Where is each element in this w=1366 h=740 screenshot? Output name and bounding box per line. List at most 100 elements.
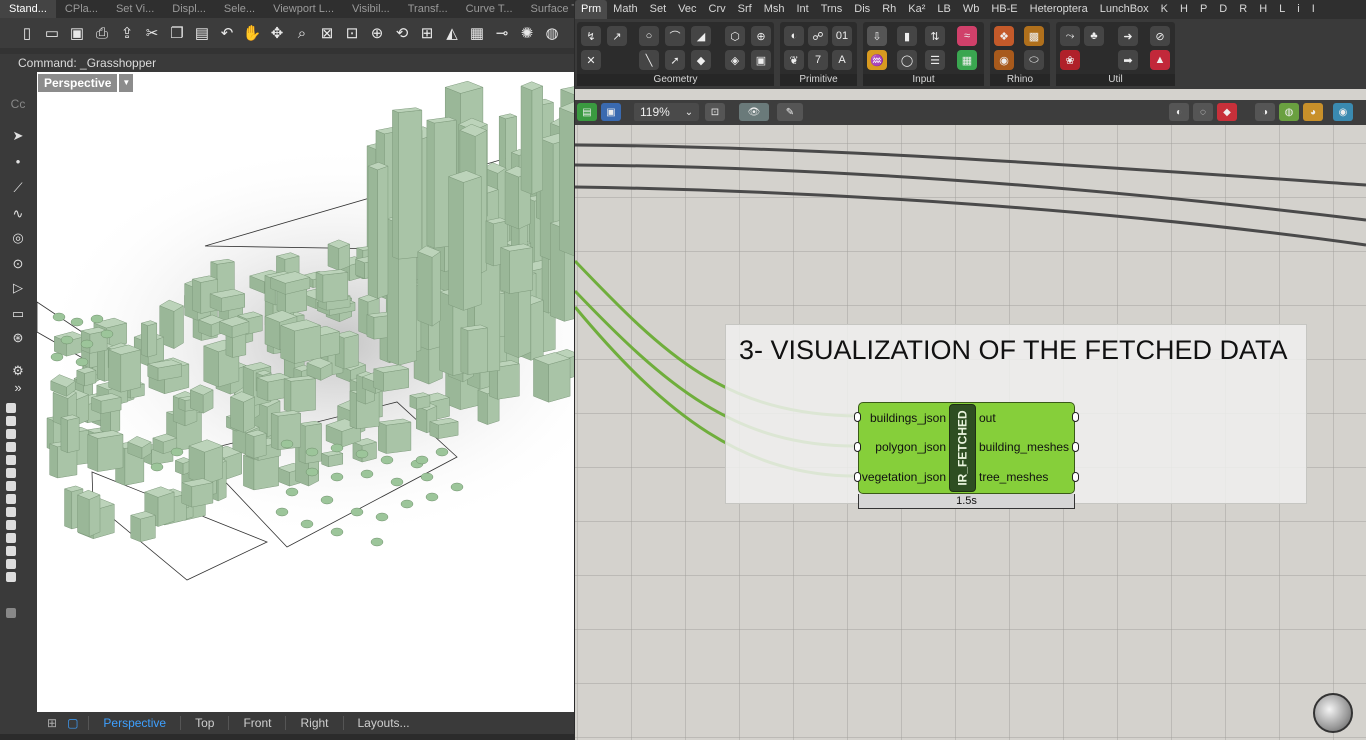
grid-layout-icon[interactable]: ⊞	[37, 716, 67, 730]
save-icon[interactable]: ▣	[601, 103, 621, 121]
grasshopper-tab[interactable]: Ka²	[902, 0, 931, 19]
input-buildings-json[interactable]: buildings_json	[858, 411, 946, 425]
layer-icon[interactable]: ❖	[994, 26, 1014, 46]
viewport-tab-front[interactable]: Front	[228, 716, 285, 730]
rhino-toolbar-tab[interactable]: Sele...	[215, 0, 264, 18]
object-icon[interactable]: ⬭	[1024, 50, 1044, 70]
grasshopper-tab[interactable]: K	[1155, 0, 1174, 19]
grasshopper-tab[interactable]: Crv	[703, 0, 732, 19]
paste-icon[interactable]: ▤	[191, 22, 213, 44]
command-line[interactable]: Command: _Grasshopper	[0, 54, 574, 72]
import-icon[interactable]: ⇪	[116, 22, 138, 44]
grasshopper-tab[interactable]: Prm	[575, 0, 608, 19]
slider-icon[interactable]: ⇅	[925, 26, 945, 46]
layer-checkbox[interactable]	[6, 608, 16, 618]
toggle-icon[interactable]: ▮	[897, 26, 917, 46]
chevron-down-icon[interactable]: ⌄	[679, 103, 699, 121]
cone-icon[interactable]: ▲	[1150, 50, 1170, 70]
grasshopper-tab[interactable]: HB-E	[985, 0, 1023, 19]
rhino-toolbar-tab[interactable]: Displ...	[163, 0, 215, 18]
input-grip[interactable]	[854, 412, 861, 422]
print-icon[interactable]: ⎙	[91, 22, 113, 44]
preview-shaded-icon[interactable]: ◆	[1217, 103, 1237, 121]
layer-checkbox[interactable]	[6, 559, 16, 569]
material-icon[interactable]: ◉	[994, 50, 1014, 70]
output-grip[interactable]	[1072, 472, 1079, 482]
expand-icon[interactable]: »	[8, 378, 28, 398]
preview-color-icon[interactable]: ◕	[1303, 103, 1323, 121]
box-param-icon[interactable]: ⬡	[725, 26, 745, 46]
grasshopper-tab[interactable]: i	[1291, 0, 1305, 19]
rotate-icon[interactable]: ⟲	[391, 22, 413, 44]
car-icon[interactable]: ◭	[441, 22, 463, 44]
layer-checkbox[interactable]	[6, 416, 16, 426]
solver-icon[interactable]: ◑	[1255, 103, 1275, 121]
layer-checkbox[interactable]	[6, 481, 16, 491]
curve-param-icon[interactable]: ⌒	[665, 26, 685, 46]
single-viewport-icon[interactable]: ▢	[67, 716, 88, 730]
transform-icon[interactable]: ⊛	[8, 328, 28, 348]
cherry-icon[interactable]: ❀	[1060, 50, 1080, 70]
undo-icon[interactable]: ↶	[216, 22, 238, 44]
rhino-toolbar-tab[interactable]: Surface T...	[522, 0, 574, 18]
layer-checkbox[interactable]	[6, 533, 16, 543]
integer-icon[interactable]: 01	[832, 26, 852, 46]
surface-param-icon[interactable]: ◢	[691, 26, 711, 46]
output-tree-meshes[interactable]: tree_meshes	[979, 470, 1073, 484]
layer-checkbox[interactable]	[6, 507, 16, 517]
grid-icon[interactable]: ▦	[466, 22, 488, 44]
polyline-icon[interactable]: ⟋	[8, 178, 28, 198]
boolean-icon[interactable]: ◐	[784, 26, 804, 46]
zoom-window-icon[interactable]: ⊠	[316, 22, 338, 44]
preview-wire-icon[interactable]: ◌	[1193, 103, 1213, 121]
gradient-icon[interactable]: ≈	[957, 26, 977, 46]
move-icon[interactable]: ✥	[266, 22, 288, 44]
output-grip[interactable]	[1072, 442, 1079, 452]
surface-icon[interactable]: ▷	[8, 278, 28, 298]
output-building-meshes[interactable]: building_meshes	[979, 440, 1073, 454]
copy-icon[interactable]: ❐	[166, 22, 188, 44]
arrow-right-icon[interactable]: ➜	[1118, 26, 1138, 46]
input-vegetation-json[interactable]: vegetation_json	[858, 470, 946, 484]
sketch-pen-icon[interactable]: ✎	[777, 103, 803, 121]
viewport-tab-top[interactable]: Top	[180, 716, 228, 730]
snap-icon[interactable]: ⊸	[491, 22, 513, 44]
zoom-icon[interactable]: ⌕	[291, 22, 313, 44]
graph-mapper-icon[interactable]: ♒	[867, 50, 887, 70]
input-grip[interactable]	[854, 442, 861, 452]
save-icon[interactable]: ▣	[66, 22, 88, 44]
remove-icon[interactable]: ✕	[581, 50, 601, 70]
grasshopper-tab[interactable]: Rh	[876, 0, 902, 19]
rectangle-icon[interactable]: ▭	[8, 304, 28, 324]
viewport-tab-perspective[interactable]: Perspective	[88, 716, 180, 730]
input-polygon-json[interactable]: polygon_json	[858, 440, 946, 454]
grasshopper-tab[interactable]: Math	[607, 0, 643, 19]
value-list-icon[interactable]: ☰	[925, 50, 945, 70]
mesh-param-icon[interactable]: ◆	[691, 50, 711, 70]
grasshopper-tab[interactable]: L	[1273, 0, 1291, 19]
rhino-toolbar-tab[interactable]: CPla...	[56, 0, 107, 18]
layer-checkbox[interactable]	[6, 468, 16, 478]
select-arrow-icon[interactable]: ➤	[8, 126, 28, 146]
grasshopper-tab[interactable]: Dis	[848, 0, 876, 19]
tree-icon[interactable]: ♣	[1084, 26, 1104, 46]
preview-mesh-icon[interactable]: ◍	[1279, 103, 1299, 121]
preview-eye-icon[interactable]: 👁	[739, 103, 769, 121]
layer-checkbox[interactable]	[6, 442, 16, 452]
light-icon[interactable]: ✺	[516, 22, 538, 44]
cut-icon[interactable]: ✂	[141, 22, 163, 44]
preview-off-icon[interactable]: ◐	[1169, 103, 1189, 121]
layer-checkbox[interactable]	[6, 494, 16, 504]
lightbulb-icon[interactable]: ◍	[541, 22, 563, 44]
zoom-extents-icon[interactable]: ⊡	[341, 22, 363, 44]
new-icon[interactable]: ▯	[16, 22, 38, 44]
number-icon[interactable]: 7	[808, 50, 828, 70]
grasshopper-tab[interactable]: Set	[644, 0, 673, 19]
geometry-param-icon[interactable]: ↗	[607, 26, 627, 46]
layer-checkbox[interactable]	[6, 403, 16, 413]
grasshopper-tab[interactable]: Trns	[815, 0, 849, 19]
matrix-icon[interactable]: ▦	[957, 50, 977, 70]
grasshopper-canvas[interactable]: 3- VISUALIZATION OF THE FETCHED DATA IR_…	[575, 125, 1366, 740]
grasshopper-tab[interactable]: Wb	[957, 0, 986, 19]
layer-checkbox[interactable]	[6, 572, 16, 582]
